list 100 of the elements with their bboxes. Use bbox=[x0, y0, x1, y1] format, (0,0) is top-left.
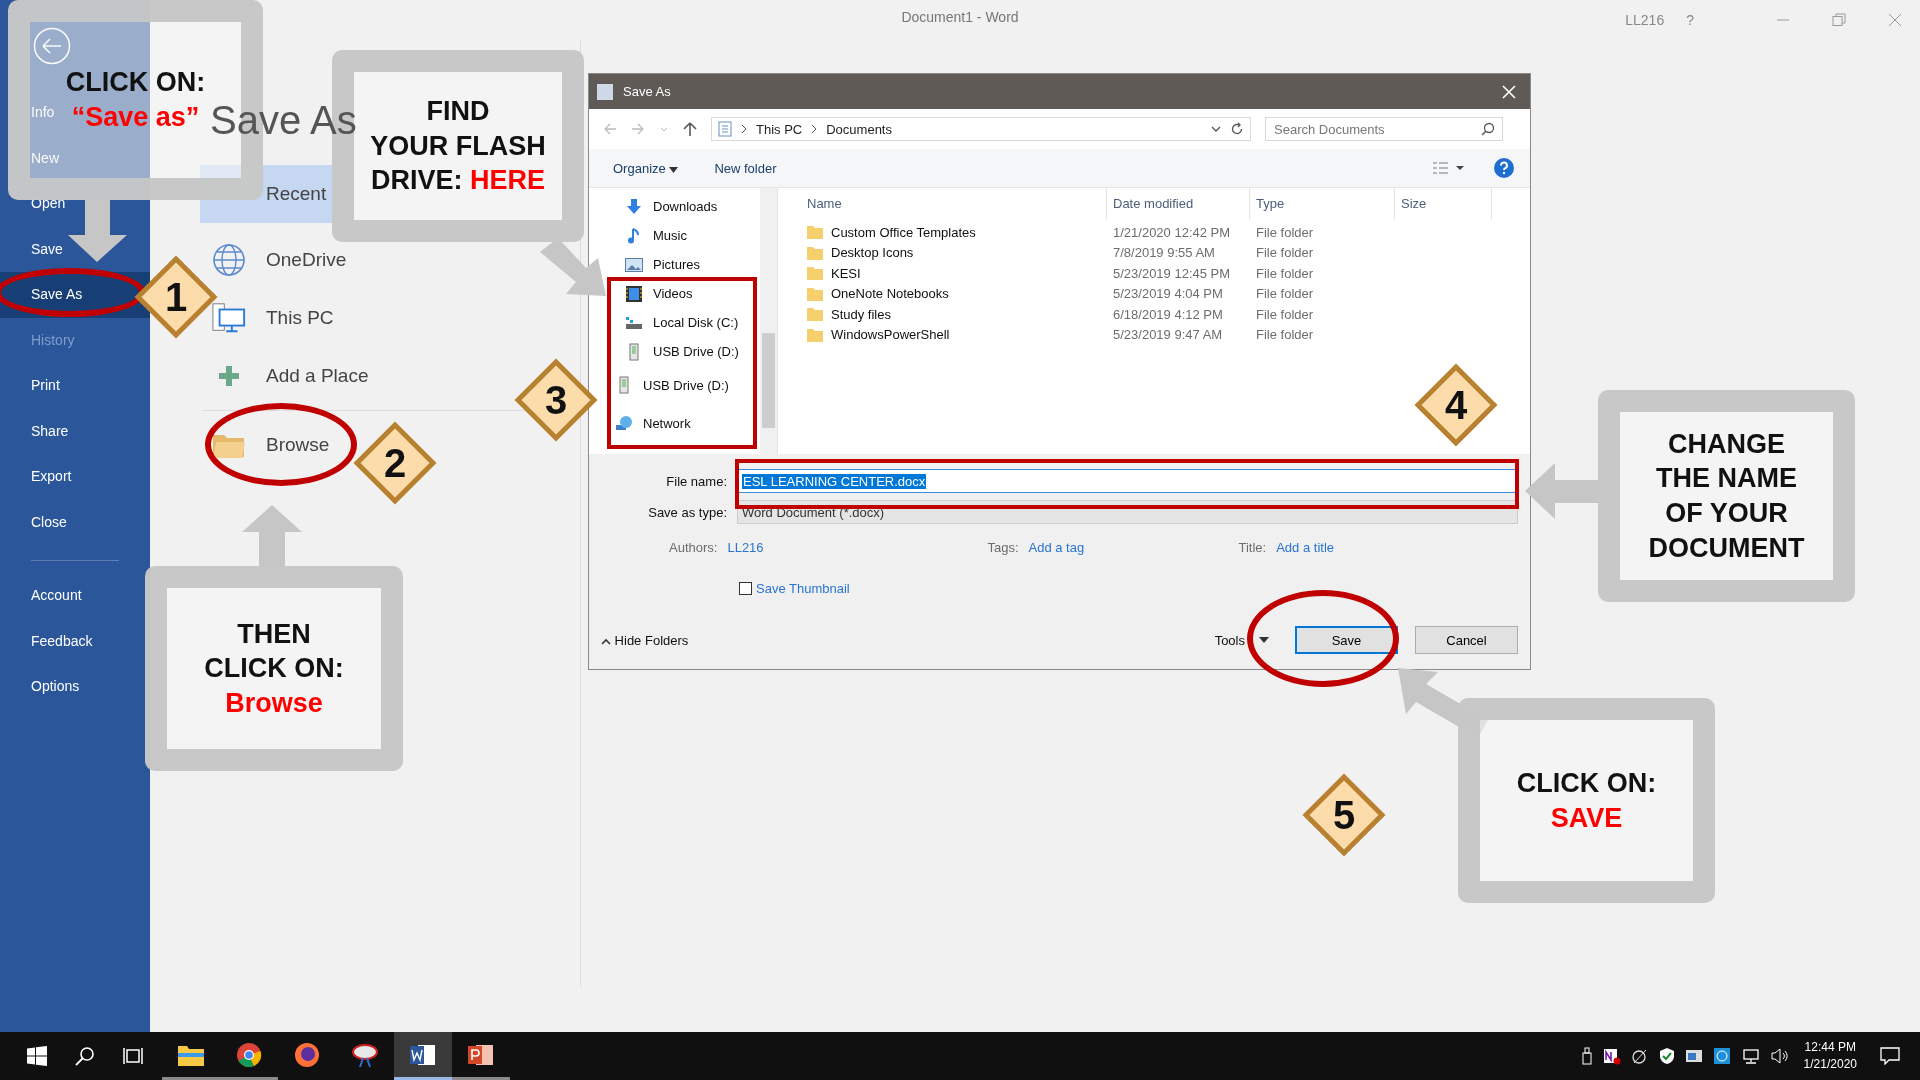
menu-item[interactable]: Options bbox=[0, 664, 80, 710]
view-options-icon[interactable] bbox=[1432, 161, 1466, 175]
breadcrumb-item[interactable]: This PC bbox=[756, 121, 803, 137]
picture-icon bbox=[625, 257, 643, 272]
nav-item[interactable]: Music bbox=[625, 221, 691, 250]
location-item[interactable]: Recent bbox=[200, 165, 332, 223]
field-label: Title: bbox=[1238, 539, 1267, 555]
volume-icon[interactable] bbox=[1770, 1048, 1789, 1064]
caret-icon bbox=[1259, 637, 1269, 643]
folder-icon bbox=[807, 225, 823, 240]
clock-date[interactable]: 1/21/2020 bbox=[1803, 1056, 1857, 1073]
authors-link[interactable]: LL216 bbox=[727, 539, 988, 555]
refresh-icon[interactable] bbox=[1230, 122, 1244, 136]
menu-item[interactable]: Export bbox=[0, 454, 72, 500]
folder-icon bbox=[807, 245, 823, 260]
dialog-title: Save As bbox=[623, 84, 671, 99]
search-field[interactable]: Search Documents bbox=[1265, 117, 1503, 141]
column-header[interactable]: Size bbox=[1395, 188, 1492, 220]
shield-icon[interactable] bbox=[1658, 1047, 1675, 1065]
location-item[interactable]: This PC bbox=[212, 289, 346, 347]
nav-item[interactable]: USB Drive (D:) bbox=[625, 337, 743, 366]
help-icon[interactable] bbox=[1494, 158, 1514, 178]
document-icon bbox=[718, 121, 732, 137]
file-row[interactable]: Desktop Icons 7/8/2019 9:55 AM File folder bbox=[801, 242, 1530, 263]
usb-icon[interactable] bbox=[1580, 1047, 1593, 1065]
powerpoint-icon bbox=[468, 1042, 494, 1067]
column-header[interactable]: Type bbox=[1250, 188, 1395, 220]
dialog-button[interactable]: Cancel bbox=[1415, 626, 1518, 654]
folder-icon bbox=[807, 286, 823, 301]
task-view-icon[interactable] bbox=[123, 1046, 143, 1066]
nav-item[interactable]: Videos bbox=[625, 279, 697, 308]
callout-text: THEN CLICK ON: Browse bbox=[204, 617, 344, 720]
dialog-button[interactable]: Save bbox=[1295, 626, 1398, 654]
search-icon[interactable] bbox=[75, 1046, 95, 1066]
page-heading: Save As bbox=[210, 98, 357, 142]
callout-text: CLICK ON: “Save as” bbox=[65, 66, 206, 134]
callout-text: CHANGE THE NAME OF YOUR DOCUMENT bbox=[1648, 427, 1805, 565]
location-item[interactable]: Browse bbox=[212, 416, 342, 474]
callout-text: CLICK ON: SAVE bbox=[1516, 766, 1657, 835]
field-label: Tags: bbox=[987, 539, 1019, 555]
network-icon[interactable] bbox=[1740, 1048, 1761, 1064]
user-name: LL216 bbox=[1625, 12, 1665, 28]
breadcrumb-item[interactable]: Documents bbox=[826, 121, 892, 137]
file-row[interactable]: Custom Office Templates 1/21/2020 12:42 PM File folder bbox=[801, 222, 1530, 243]
drive-icon bbox=[625, 315, 643, 330]
field-label: Authors: bbox=[669, 539, 718, 555]
menu-item[interactable]: Share bbox=[0, 408, 69, 454]
chevron-up-icon bbox=[601, 637, 611, 645]
column-header[interactable]: Date modified bbox=[1107, 188, 1250, 220]
computer-icon bbox=[212, 301, 246, 335]
caret-icon bbox=[669, 166, 679, 173]
field-label: Save as type: bbox=[647, 504, 728, 520]
scrollbar[interactable] bbox=[760, 188, 777, 454]
file-row[interactable]: WindowsPowerShell 5/23/2019 9:47 AM File folder bbox=[801, 324, 1530, 345]
cloud-icon bbox=[351, 1041, 379, 1068]
tags-link[interactable]: Add a tag bbox=[1028, 539, 1239, 555]
nav-item[interactable]: Pictures bbox=[625, 250, 704, 279]
notification-icon[interactable] bbox=[1880, 1047, 1900, 1065]
location-item[interactable]: OneDrive bbox=[212, 231, 359, 289]
column-header[interactable]: Name bbox=[801, 188, 1107, 220]
film-icon bbox=[625, 285, 643, 302]
download-arrow-icon bbox=[625, 198, 643, 215]
hide-folders-button[interactable]: Hide Folders bbox=[601, 632, 689, 648]
up-arrow-icon[interactable] bbox=[683, 121, 697, 137]
window-title: Document1 - Word bbox=[900, 9, 1020, 25]
file-row[interactable]: KESI 5/23/2019 12:45 PM File folder bbox=[801, 263, 1530, 284]
network-icon bbox=[615, 415, 633, 431]
search-icon bbox=[1481, 122, 1495, 136]
checkbox-label[interactable]: Save Thumbnail bbox=[756, 580, 850, 596]
taskbar-app[interactable] bbox=[394, 1032, 452, 1080]
organize-button[interactable]: Organize bbox=[613, 160, 679, 176]
new-folder-button[interactable]: New folder bbox=[714, 160, 777, 176]
file-row[interactable]: Study files 6/18/2019 4:12 PM File folder bbox=[801, 304, 1530, 325]
title-link[interactable]: Add a title bbox=[1276, 539, 1335, 555]
nav-item[interactable]: Network bbox=[615, 404, 695, 442]
window-icon[interactable] bbox=[1684, 1049, 1703, 1063]
file-row[interactable]: OneNote Notebooks 5/23/2019 4:04 PM File folder bbox=[801, 283, 1530, 304]
callout-arrow bbox=[68, 200, 128, 262]
address-bar[interactable]: This PC Documents bbox=[711, 117, 1251, 141]
location-item[interactable]: Add a Place bbox=[212, 347, 381, 405]
callout-arrow bbox=[242, 505, 302, 567]
clock-time[interactable]: 12:44 PM bbox=[1804, 1039, 1856, 1056]
file-name-field[interactable]: ESL LEARNING CENTER.docx bbox=[737, 469, 1518, 493]
field-label: File name: bbox=[665, 473, 728, 489]
start-icon[interactable] bbox=[27, 1046, 47, 1066]
breadcrumb-chevron-icon bbox=[810, 124, 819, 134]
menu-item[interactable]: Close bbox=[0, 499, 67, 545]
checkbox[interactable] bbox=[739, 581, 752, 595]
nav-item[interactable]: Downloads bbox=[625, 192, 722, 221]
folder-icon bbox=[807, 327, 823, 342]
tools-button[interactable]: Tools bbox=[1214, 632, 1245, 648]
menu-item[interactable]: Feedback bbox=[0, 618, 93, 664]
nav-item[interactable]: USB Drive (D:) bbox=[615, 366, 733, 404]
menu-item[interactable]: Account bbox=[0, 573, 82, 619]
folder-icon bbox=[807, 266, 823, 281]
breadcrumb-chevron-icon bbox=[740, 124, 748, 134]
onenote-icon[interactable] bbox=[1602, 1047, 1621, 1065]
nav-item[interactable]: Local Disk (C:) bbox=[625, 308, 743, 337]
menu-item[interactable]: Save bbox=[0, 226, 63, 272]
menu-item[interactable]: Print bbox=[0, 363, 60, 409]
